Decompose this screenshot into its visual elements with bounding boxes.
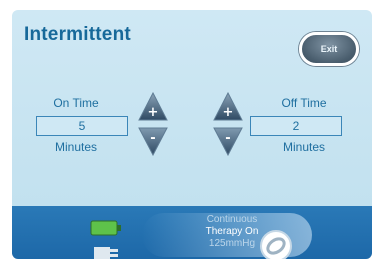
off-time-decrease-button[interactable]: -: [213, 126, 243, 156]
svg-text:+: +: [148, 105, 159, 120]
off-time-label: Off Time: [281, 96, 327, 110]
page-title: Intermittent: [24, 24, 131, 45]
minus-arrow-icon: -: [213, 127, 243, 156]
off-time-unit: Minutes: [282, 140, 326, 154]
on-time-label: On Time: [53, 96, 99, 110]
on-time-increase-button[interactable]: +: [138, 92, 168, 122]
therapy-screen: Intermittent Exit On Time 5 Minutes Off …: [12, 10, 372, 259]
minus-arrow-icon: -: [138, 127, 168, 156]
on-time-unit: Minutes: [54, 140, 98, 154]
off-time-increase-button[interactable]: +: [213, 92, 243, 122]
off-time-value: 2: [250, 116, 342, 136]
exit-button[interactable]: Exit: [299, 32, 359, 66]
svg-text:-: -: [150, 131, 155, 146]
on-time-decrease-button[interactable]: -: [138, 126, 168, 156]
svg-text:+: +: [223, 105, 234, 120]
battery-icon: [90, 220, 121, 236]
plus-arrow-icon: +: [213, 92, 243, 121]
svg-text:-: -: [225, 131, 230, 146]
power-plug-icon: [94, 247, 118, 259]
on-time-value: 5: [36, 116, 128, 136]
therapy-toggle-icon[interactable]: [258, 228, 294, 259]
settings-panel: Intermittent Exit On Time 5 Minutes Off …: [12, 10, 372, 206]
plus-arrow-icon: +: [138, 92, 168, 121]
therapy-mode: Continuous: [206, 214, 258, 225]
status-bar: Continuous Therapy On 125mmHg: [12, 206, 372, 259]
